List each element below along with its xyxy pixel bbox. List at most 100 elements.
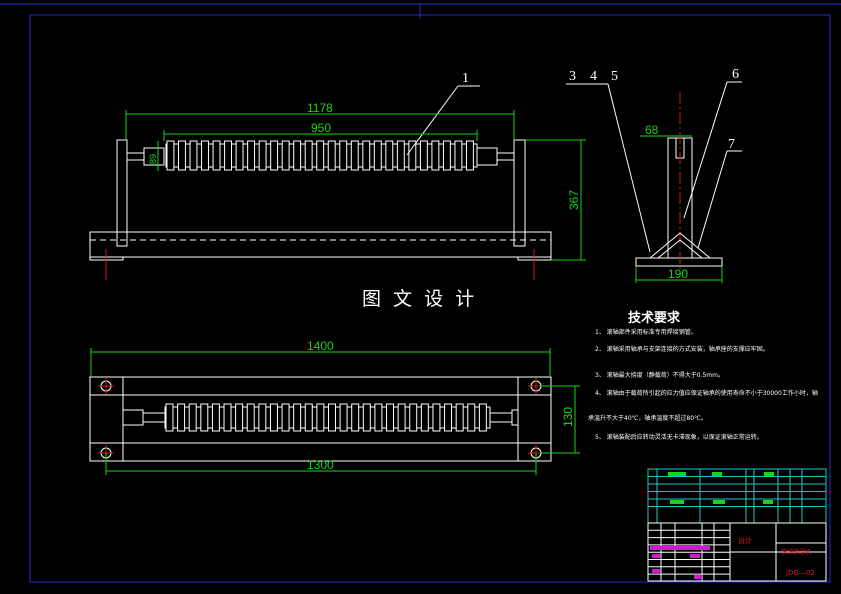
designer-label: 设计: [738, 536, 752, 545]
support-post-left: [116, 139, 128, 247]
roller-rib: [396, 140, 405, 171]
illegible-text: [764, 472, 774, 476]
roller-rib: [467, 403, 476, 432]
illegible-text: [652, 554, 660, 558]
tech-item: 2、 滚轴采用轴承与支架连接的方式安装，轴承座的支撑应牢固。: [595, 345, 769, 353]
illegible-text: [713, 500, 725, 504]
roller-rib: [258, 140, 267, 171]
top-view: 1400 1300 130: [89, 339, 580, 475]
shaft-right: [496, 152, 515, 161]
dim-1300: 1300: [307, 458, 334, 472]
roller-rib: [211, 403, 220, 432]
side-base: [635, 257, 723, 267]
roller-rib: [442, 140, 451, 171]
roller-rib: [455, 403, 464, 432]
tech-item: 5、 滚轴装配后应转动灵活无卡滞现象，以保证滚轴正常运转。: [595, 433, 763, 441]
roller-rib: [444, 403, 453, 432]
bearing-right: [511, 409, 519, 426]
roller-rib: [465, 140, 474, 171]
bearing-right: [476, 147, 498, 166]
roller-rib: [304, 140, 313, 171]
dim-950: 950: [311, 121, 331, 135]
roller-rib: [454, 140, 463, 171]
roller-rib: [350, 140, 359, 171]
roller-rib: [374, 403, 383, 432]
dim-1178: 1178: [307, 101, 333, 115]
roller-rib: [339, 140, 348, 171]
roller-rib: [373, 140, 382, 171]
roller-rib: [270, 140, 279, 171]
part-label-7: 7: [728, 137, 735, 152]
roller-rib: [235, 140, 244, 171]
tech-item: 1、 滚轴部件采用标准专用焊接钢管。: [595, 328, 697, 336]
side-view: 3 4 5 6 7 68 190: [566, 67, 742, 283]
roller-rib: [224, 140, 233, 171]
roller-rib: [304, 403, 313, 432]
roller-rib: [316, 140, 325, 171]
roller: [164, 403, 491, 432]
rail-top: [89, 376, 552, 396]
roller-rib: [431, 140, 440, 171]
dim-130: 130: [561, 407, 575, 427]
dim-68: 68: [645, 123, 659, 137]
roller-rib: [269, 403, 278, 432]
roller-rib: [293, 403, 302, 432]
roller-rib: [351, 403, 360, 432]
part-label-6: 6: [732, 67, 739, 82]
roller-rib: [327, 140, 336, 171]
roller-rib: [165, 403, 174, 432]
illegible-text: [650, 546, 710, 550]
roller-rib: [478, 403, 487, 432]
roller-rib: [188, 403, 197, 432]
cad-drawing: 1 1178 950 89 367 3 4 5 6 7 68 190 图 文 设…: [0, 3, 841, 583]
illegible-text: [668, 472, 686, 476]
roller-rib: [247, 140, 256, 171]
support-post-right: [513, 139, 526, 247]
roller-rib: [385, 140, 394, 171]
part-label-3: 3: [569, 69, 576, 84]
illegible-text: [712, 472, 722, 476]
shaft-left: [142, 412, 166, 423]
title-block: 设计 滚轴输送机 JDG—02: [647, 468, 827, 582]
roller-rib: [258, 403, 267, 432]
shaft-right: [489, 412, 513, 423]
base-beam: [89, 231, 552, 258]
illegible-text: [763, 500, 773, 504]
roller-rib: [246, 403, 255, 432]
caption: 图 文 设 计: [362, 288, 477, 310]
dim-1400: 1400: [307, 339, 334, 353]
technical-requirements: 技术要求 1、 滚轴部件采用标准专用焊接钢管。 2、 滚轴采用轴承与支架连接的方…: [588, 310, 818, 441]
illegible-text: [670, 500, 684, 504]
roller-rib: [408, 140, 417, 171]
roller-rib: [419, 140, 428, 171]
roller-rib: [200, 403, 209, 432]
part-label-5: 5: [611, 69, 618, 84]
illegible-text: [694, 575, 702, 579]
part-label-1: 1: [462, 71, 469, 86]
roller: [165, 140, 478, 171]
illegible-text: [652, 569, 660, 573]
drawing-number: JDG—02: [785, 569, 815, 577]
roller-rib: [397, 403, 406, 432]
dim-89: 89: [148, 154, 158, 164]
shaft-left: [126, 152, 145, 161]
tech-title: 技术要求: [628, 310, 681, 326]
part-label-4: 4: [590, 69, 597, 84]
tech-item: 3、 滚轴最大挠度（静载荷）不得大于0.5mm。: [595, 371, 724, 379]
roller-rib: [316, 403, 325, 432]
roller-rib: [339, 403, 348, 432]
dim-367: 367: [567, 190, 581, 210]
roller-rib: [362, 403, 371, 432]
tech-item: 4、 滚轴由于载荷所引起的应力值应保证轴承的使用寿命不小于30000工作小时，轴: [595, 389, 818, 397]
parts-list: [647, 468, 827, 524]
roller-rib: [235, 403, 244, 432]
roller-rib: [386, 403, 394, 432]
front-view: 1 1178 950 89 367: [89, 71, 586, 280]
roller-rib: [212, 140, 221, 171]
illegible-text: [690, 554, 700, 558]
tech-item: 承温升不大于40℃，轴承温度不超过80℃。: [588, 414, 707, 422]
dim-190: 190: [668, 267, 688, 281]
roller-rib: [362, 140, 371, 171]
roller-rib: [189, 140, 198, 171]
roller-rib: [178, 140, 186, 171]
